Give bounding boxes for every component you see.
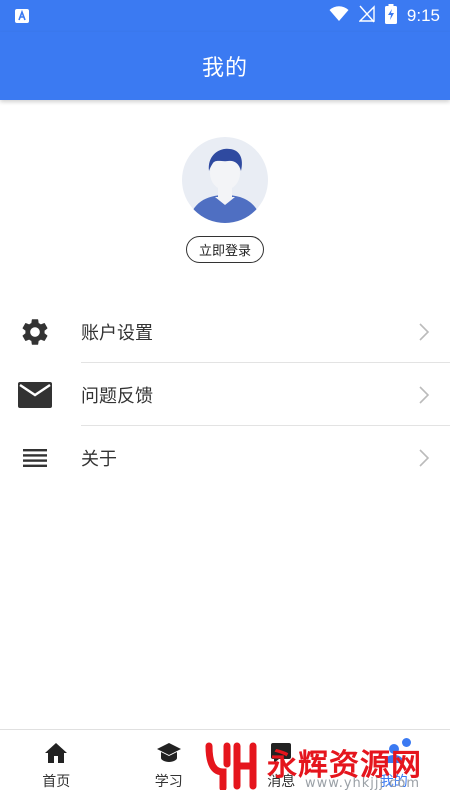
nav-label: 首页 [42,774,71,790]
mail-icon [18,378,52,412]
status-icons: 9:15 [329,4,440,28]
graduation-cap-icon [156,740,182,766]
menu-item-account-settings[interactable]: 账户设置 [0,300,450,363]
menu-item-feedback[interactable]: 问题反馈 [0,363,450,426]
menu-item-label: 关于 [81,448,117,470]
menu-item-label: 账户设置 [81,322,153,344]
nav-item-study[interactable]: 学习 [113,730,226,800]
chevron-right-icon [418,322,430,342]
wifi-icon [329,6,349,26]
nav-label: 消息 [267,774,296,790]
list-icon [18,441,52,475]
menu-item-about[interactable]: 关于 [0,426,450,489]
status-bar: 9:15 [0,0,450,32]
chevron-right-icon [418,385,430,405]
gear-icon [18,315,52,349]
settings-menu: 账户设置 问题反馈 关于 [0,300,450,489]
no-signal-icon [358,5,375,27]
message-icon [268,740,294,766]
chevron-right-icon [418,448,430,468]
nav-item-home[interactable]: 首页 [0,730,113,800]
status-time: 9:15 [406,6,440,25]
battery-charging-icon [384,4,397,28]
user-avatar-icon[interactable] [182,137,268,223]
login-button[interactable]: 立即登录 [186,236,264,263]
menu-item-label: 问题反馈 [81,385,153,407]
bottom-nav: 首页 学习 消息 我的 [0,729,450,800]
nav-label: 学习 [154,774,183,790]
profile-section: 立即登录 [0,100,450,290]
nav-label: 我的 [379,774,408,790]
app-header: 我的 [0,32,450,100]
a-notification-icon [14,8,30,24]
notification-badge-dot [401,738,411,747]
home-icon [43,740,69,766]
nav-item-mine[interactable]: 我的 [338,730,450,800]
nav-item-messages[interactable]: 消息 [225,730,338,800]
page-title: 我的 [201,56,248,81]
